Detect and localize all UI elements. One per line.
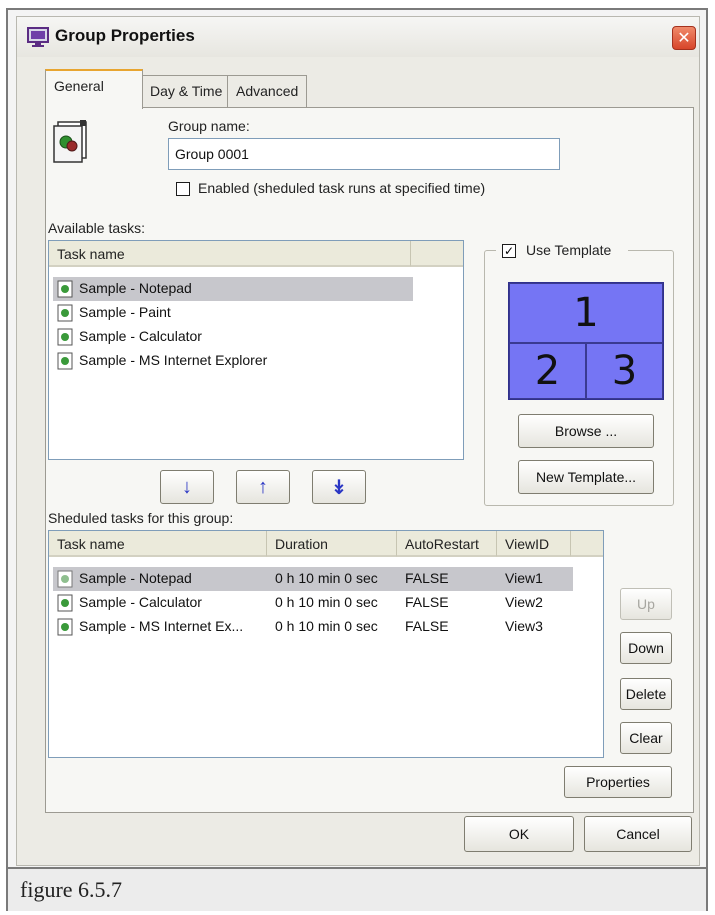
arrow-down-icon: ↓	[182, 475, 192, 498]
column-header-label: AutoRestart	[405, 536, 479, 552]
enabled-label: Enabled (sheduled task runs at specified…	[198, 180, 486, 196]
table-row[interactable]: Sample - Notepad 0 h 10 min 0 sec FALSE …	[53, 567, 573, 591]
group-properties-icon	[27, 27, 49, 47]
task-item-icon	[57, 570, 73, 588]
task-group-icon	[53, 120, 87, 163]
use-template-label: Use Template	[526, 242, 612, 258]
column-header-label: Task name	[57, 536, 125, 552]
clear-button[interactable]: Clear	[620, 722, 672, 754]
ok-button[interactable]: OK	[464, 816, 574, 852]
task-item-icon	[57, 328, 73, 346]
browse-button[interactable]: Browse ...	[518, 414, 654, 448]
list-item[interactable]: Sample - Calculator	[53, 325, 413, 349]
task-name: Sample - Paint	[79, 304, 171, 320]
tab-day-time[interactable]: Day & Time	[141, 75, 232, 107]
task-name: Sample - Notepad	[79, 280, 192, 296]
template-cell-1: 1	[509, 283, 663, 343]
arrow-up-icon: ↑	[258, 475, 268, 498]
cell-duration: 0 h 10 min 0 sec	[275, 570, 378, 586]
table-row[interactable]: Sample - MS Internet Ex... 0 h 10 min 0 …	[53, 615, 573, 639]
close-button[interactable]: ✕	[672, 26, 696, 50]
template-cell-label: 3	[611, 348, 638, 394]
column-header-autorestart[interactable]: AutoRestart	[397, 531, 497, 557]
browse-button-label: Browse ...	[554, 423, 618, 439]
scheduled-tasks-list[interactable]: Task name Duration AutoRestart ViewID Sa…	[48, 530, 604, 758]
column-header-task-name[interactable]: Task name	[49, 531, 267, 557]
group-name-label: Group name:	[168, 118, 250, 134]
move-all-down-button[interactable]: ↡	[312, 470, 366, 504]
delete-button[interactable]: Delete	[620, 678, 672, 710]
cell-viewid: View1	[505, 570, 543, 586]
new-template-button-label: New Template...	[535, 469, 637, 485]
cell-task-name: Sample - Notepad	[79, 570, 192, 586]
cell-task-name: Sample - Calculator	[79, 594, 202, 610]
task-item-icon	[57, 352, 73, 370]
cancel-button-label: Cancel	[616, 826, 660, 842]
use-template-legend: ✓ Use Template	[496, 240, 628, 262]
cell-duration: 0 h 10 min 0 sec	[275, 618, 378, 634]
template-cell-label: 2	[534, 348, 561, 394]
template-cell-label: 1	[573, 290, 599, 336]
cell-autorestart: FALSE	[405, 570, 449, 586]
available-tasks-list[interactable]: Task name Sample - Notepad Sample - Pain…	[48, 240, 464, 460]
properties-button-label: Properties	[586, 774, 650, 790]
column-header-task-name-label: Task name	[57, 246, 125, 262]
enabled-checkbox[interactable]	[176, 182, 190, 196]
move-down-button[interactable]: ↓	[160, 470, 214, 504]
cell-autorestart: FALSE	[405, 594, 449, 610]
tab-advanced-label: Advanced	[236, 83, 299, 99]
cell-task-name: Sample - MS Internet Ex...	[79, 618, 244, 634]
cell-viewid: View3	[505, 618, 543, 634]
figure-caption-text: figure 6.5.7	[20, 877, 123, 902]
available-tasks-label: Available tasks:	[48, 220, 146, 236]
figure-caption: figure 6.5.7	[8, 867, 706, 911]
column-header-label: ViewID	[505, 536, 550, 552]
cancel-button[interactable]: Cancel	[584, 816, 692, 852]
cell-autorestart: FALSE	[405, 618, 449, 634]
list-item[interactable]: Sample - MS Internet Explorer	[53, 349, 413, 373]
tab-day-time-label: Day & Time	[150, 83, 223, 99]
list-item[interactable]: Sample - Notepad	[53, 277, 413, 301]
clear-button-label: Clear	[629, 730, 663, 746]
up-button-label: Up	[637, 596, 655, 612]
new-template-button[interactable]: New Template...	[518, 460, 654, 494]
delete-button-label: Delete	[625, 686, 667, 702]
column-header-viewid[interactable]: ViewID	[497, 531, 571, 557]
tab-general[interactable]: General	[45, 69, 143, 109]
task-item-icon	[57, 618, 73, 636]
dialog-title: Group Properties	[55, 26, 195, 45]
cell-viewid: View2	[505, 594, 543, 610]
tab-advanced[interactable]: Advanced	[227, 75, 308, 107]
up-button[interactable]: Up	[620, 588, 672, 620]
task-item-icon	[57, 594, 73, 612]
task-name: Sample - Calculator	[79, 328, 202, 344]
table-row[interactable]: Sample - Calculator 0 h 10 min 0 sec FAL…	[53, 591, 573, 615]
scheduled-tasks-label: Sheduled tasks for this group:	[48, 510, 234, 526]
down-button-label: Down	[628, 640, 664, 656]
task-item-icon	[57, 280, 73, 298]
move-up-button[interactable]: ↑	[236, 470, 290, 504]
template-cell-2: 2	[509, 343, 586, 399]
title-bar: Group Properties ✕	[17, 17, 699, 57]
tab-general-label: General	[54, 78, 104, 94]
ok-button-label: OK	[508, 826, 530, 842]
group-name-field[interactable]	[168, 138, 560, 170]
cell-duration: 0 h 10 min 0 sec	[275, 594, 378, 610]
down-button[interactable]: Down	[620, 632, 672, 664]
figure-frame: Group Properties ✕ Day & Time Advanced G…	[6, 8, 708, 911]
task-item-icon	[57, 304, 73, 322]
close-icon: ✕	[677, 30, 691, 47]
template-preview[interactable]: 1 2 3	[508, 282, 664, 400]
task-name: Sample - MS Internet Explorer	[79, 352, 268, 368]
column-header-empty	[411, 241, 463, 267]
template-cell-3: 3	[586, 343, 663, 399]
use-template-checkbox[interactable]: ✓	[502, 244, 516, 258]
column-header-duration[interactable]: Duration	[267, 531, 397, 557]
properties-button[interactable]: Properties	[564, 766, 672, 798]
list-item[interactable]: Sample - Paint	[53, 301, 413, 325]
double-arrow-down-icon: ↡	[330, 476, 348, 499]
column-header-label: Duration	[275, 536, 328, 552]
column-header-empty	[571, 531, 603, 557]
column-header-task-name[interactable]: Task name	[49, 241, 411, 267]
